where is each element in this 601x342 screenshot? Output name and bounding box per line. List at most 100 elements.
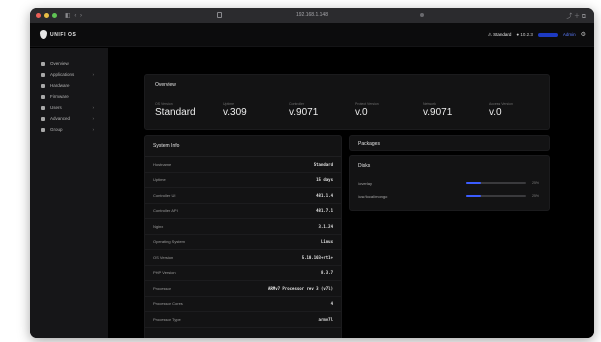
user-menu[interactable]: Admin [563, 32, 576, 37]
chevron-right-icon: › [92, 72, 95, 77]
disk-name: /overlay [358, 180, 373, 186]
stat-value: v.9071 [289, 107, 319, 118]
chevron-right-icon: › [92, 116, 95, 121]
browser-actions[interactable]: ⤴ ＋ ⧉ [566, 11, 586, 21]
warning-status[interactable]: ⚠ Standard [488, 32, 512, 38]
settings-icon [41, 116, 45, 121]
sidebar-item-firmware[interactable]: Firmware [30, 91, 108, 102]
sidebar: Overview Applications › Hardware Firmwar… [30, 48, 108, 338]
sidebar-item-overview[interactable]: Overview [30, 58, 108, 69]
hardware-icon [41, 83, 45, 88]
sidebar-item-label: Applications [50, 72, 75, 77]
sidebar-item-label: Overview [50, 61, 69, 66]
stat-value: v.309 [223, 107, 247, 118]
stat-label: Protect Version [355, 102, 379, 106]
logo-text: UNIFI OS [50, 31, 77, 38]
table-row: OS Version 5.10.103+rt1+ [145, 250, 341, 266]
table-row: Hostname Standard [145, 157, 341, 173]
upgrade-button[interactable] [537, 32, 558, 37]
stat-network: Network v.9071 [423, 102, 452, 118]
stat-value: v.9071 [423, 107, 453, 118]
disk-usage-bar [466, 182, 526, 184]
gear-icon[interactable]: ⚙ [581, 31, 586, 38]
row-value: 8.3.7 [320, 270, 333, 276]
row-value: 481.7.1 [316, 208, 333, 214]
disk-usage-fill [466, 195, 481, 197]
stat-value: Standard [155, 107, 196, 118]
version-badge[interactable]: ● 10.2.3 [516, 32, 532, 37]
stat-controller: Controller v.9071 [289, 102, 318, 118]
extension-icon[interactable] [420, 13, 424, 17]
disk-usage-fill [466, 182, 481, 184]
table-row: PHP Version 8.3.7 [145, 266, 341, 281]
table-row: Operating System Linux [145, 235, 341, 250]
sidebar-item-hardware[interactable]: Hardware [30, 80, 108, 91]
table-row: Processor ARMv7 Processor rev 3 (v7l) [145, 281, 341, 297]
overview-title: Overview [155, 82, 176, 88]
stat-protect-version: Protect Version v.0 [355, 102, 379, 118]
logo[interactable]: UNIFI OS [40, 30, 76, 39]
main-content: Overview OS Version Standard Uptime v.30… [108, 48, 594, 338]
row-label: Controller UI [153, 192, 176, 198]
row-label: Operating System [153, 239, 186, 245]
disks-title: Disks [358, 163, 371, 169]
app-header: UNIFI OS ⚠ Standard ● 10.2.3 Admin ⚙ [30, 23, 594, 47]
table-row: Controller API 481.7.1 [145, 204, 341, 219]
system-info-card: System Info Hostname Standard Uptime 15 … [144, 135, 342, 338]
app-window: ◧ ‹ › 192.168.1.148 ⤴ ＋ ⧉ UNIFI OS ⚠ Sta… [30, 8, 594, 338]
row-label: Hostname [153, 161, 172, 167]
system-info-title: System Info [153, 143, 180, 149]
row-label: Processor Cores [153, 301, 183, 307]
table-row: Processor Cores 4 [145, 297, 341, 312]
unifi-logo-icon [40, 30, 47, 39]
sidebar-item-label: Group [50, 127, 63, 132]
chevron-right-icon: › [92, 127, 95, 132]
sidebar-item-label: Firmware [50, 94, 69, 99]
disks-card: Disks /overlay 25% /usr/local/mongo 25% [349, 155, 550, 211]
stat-label: Access Version [489, 102, 513, 106]
disk-row: /usr/local/mongo 25% [358, 191, 541, 201]
sidebar-item-users[interactable]: Users › [30, 102, 108, 113]
header-actions: ⚠ Standard ● 10.2.3 Admin ⚙ [488, 31, 586, 39]
table-row: Controller UI 481.1.4 [145, 188, 341, 204]
sidebar-item-applications[interactable]: Applications › [30, 69, 108, 80]
row-value: 4 [330, 301, 333, 307]
sidebar-item-label: Hardware [50, 83, 70, 88]
row-value: 15 days [316, 177, 333, 183]
row-value: Linux [320, 239, 333, 245]
disk-usage-bar [466, 195, 526, 197]
stat-label: Network [423, 102, 436, 106]
row-label: PHP Version [153, 270, 176, 276]
row-label: Nginx [153, 223, 164, 229]
sidebar-item-label: Users [50, 105, 62, 110]
disk-usage-value: 25% [532, 194, 540, 198]
stat-label: OS Version [155, 102, 173, 106]
sidebar-item-label: Advanced [50, 116, 71, 121]
address-bar[interactable]: 192.168.1.148 [30, 12, 594, 18]
row-label: Processor [153, 285, 172, 291]
group-icon [41, 127, 45, 132]
row-value: ARMv7 Processor rev 3 (v7l) [267, 285, 333, 291]
stat-uptime: Uptime v.309 [223, 102, 247, 118]
table-row: Nginx 3.1.24 [145, 219, 341, 235]
stat-label: Uptime [223, 102, 235, 106]
table-row: Uptime 15 days [145, 173, 341, 188]
apps-icon [41, 72, 45, 77]
table-row: Processor Type armv7l [145, 312, 341, 328]
sidebar-item-advanced[interactable]: Advanced › [30, 113, 108, 124]
stat-access-version: Access Version v.0 [489, 102, 513, 118]
stat-value: v.0 [355, 107, 368, 118]
firmware-icon [41, 94, 45, 99]
overview-stats: OS Version Standard Uptime v.309 Control… [155, 102, 545, 124]
packages-card[interactable]: Packages [349, 135, 550, 151]
disk-usage-value: 25% [532, 181, 540, 185]
overview-card: Overview OS Version Standard Uptime v.30… [144, 74, 550, 130]
row-label: Controller API [153, 208, 178, 214]
stat-label: Controller [289, 102, 305, 106]
disk-row: /overlay 25% [358, 178, 541, 188]
row-value: Standard [313, 161, 333, 167]
sidebar-item-group[interactable]: Group › [30, 124, 108, 135]
row-label: OS Version [153, 254, 174, 260]
dashboard-icon [41, 61, 45, 66]
disk-name: /usr/local/mongo [358, 193, 388, 199]
